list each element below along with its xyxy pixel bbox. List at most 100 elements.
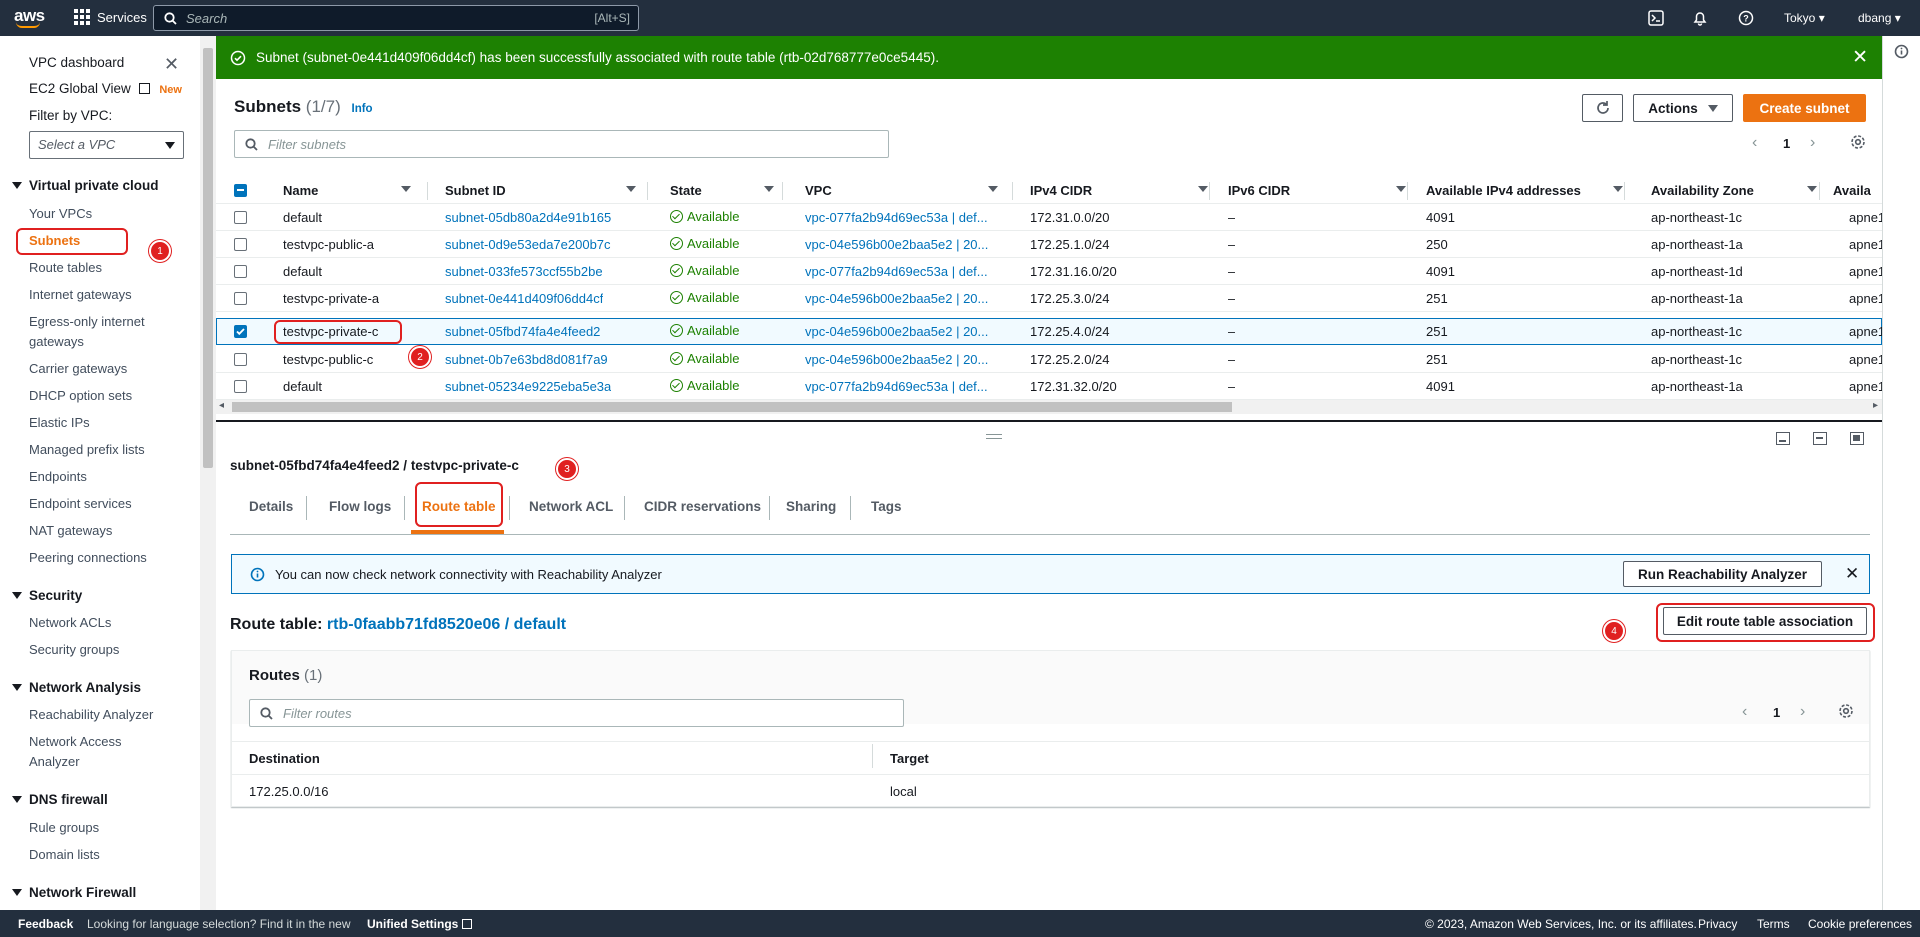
sidebar-item-managed-prefix-lists[interactable]: Managed prefix lists xyxy=(29,442,145,457)
col-header-name[interactable]: Name xyxy=(283,183,411,198)
terms-link[interactable]: Terms xyxy=(1757,917,1790,931)
col-header-availability-zone[interactable]: Availability Zone xyxy=(1651,183,1817,198)
row-checkbox-checked[interactable] xyxy=(234,325,247,338)
next-page-icon[interactable]: › xyxy=(1800,703,1805,721)
section-security[interactable]: Security xyxy=(12,588,82,603)
cookie-preferences-link[interactable]: Cookie preferences xyxy=(1808,917,1912,931)
sidebar-item-network-access[interactable]: Network Access xyxy=(29,734,121,749)
sidebar-scrollbar[interactable] xyxy=(200,36,216,910)
region-selector[interactable]: Tokyo ▾ xyxy=(1784,0,1825,36)
col-header-ipv4-cidr[interactable]: IPv4 CIDR xyxy=(1030,183,1208,198)
section-dns-firewall[interactable]: DNS firewall xyxy=(12,792,108,807)
settings-icon[interactable] xyxy=(1838,703,1854,722)
sidebar-item-carrier-gateways[interactable]: Carrier gateways xyxy=(29,361,127,376)
sidebar-item-domain-lists[interactable]: Domain lists xyxy=(29,847,100,862)
close-icon[interactable]: ✕ xyxy=(164,54,179,75)
cell-vpc[interactable]: vpc-04e596b00e2baa5e2 | 20... xyxy=(805,324,995,339)
feedback-link[interactable]: Feedback xyxy=(18,917,73,931)
col-header-vpc[interactable]: VPC xyxy=(805,183,998,198)
create-subnet-button[interactable]: Create subnet xyxy=(1743,94,1866,122)
sidebar-item-reachability-analyzer[interactable]: Reachability Analyzer xyxy=(29,707,153,722)
cell-subnet-id[interactable]: subnet-033fe573ccf55b2be xyxy=(445,264,603,279)
cell-vpc[interactable]: vpc-04e596b00e2baa5e2 | 20... xyxy=(805,237,995,252)
vpc-filter-select[interactable]: Select a VPC xyxy=(29,131,184,159)
info-icon[interactable] xyxy=(1894,44,1909,59)
row-checkbox[interactable] xyxy=(234,380,247,393)
cell-vpc[interactable]: vpc-077fa2b94d69ec53a | def... xyxy=(805,210,995,225)
sidebar-item-internet-gateways[interactable]: Internet gateways xyxy=(29,287,132,302)
sidebar-item-rule-groups[interactable]: Rule groups xyxy=(29,820,99,835)
sidebar-item-security-groups[interactable]: Security groups xyxy=(29,642,119,657)
section-network-firewall[interactable]: Network Firewall xyxy=(12,885,136,900)
cell-vpc[interactable]: vpc-04e596b00e2baa5e2 | 20... xyxy=(805,352,995,367)
sidebar-item-network-acls[interactable]: Network ACLs xyxy=(29,615,111,630)
settings-icon[interactable] xyxy=(1850,134,1866,153)
cell-vpc[interactable]: vpc-04e596b00e2baa5e2 | 20... xyxy=(805,291,995,306)
cell-subnet-id[interactable]: subnet-0d9e53eda7e200b7c xyxy=(445,237,611,252)
panel-side-icon[interactable] xyxy=(1813,432,1827,445)
sidebar-item-egress-only[interactable]: Egress-only internet xyxy=(29,314,145,329)
search-input[interactable]: Search [Alt+S] xyxy=(153,5,639,31)
cell-subnet-id[interactable]: subnet-0b7e63bd8d081f7a9 xyxy=(445,352,608,367)
table-row[interactable]: testvpc-public-c subnet-0b7e63bd8d081f7a… xyxy=(216,346,1885,373)
tab-flow-logs[interactable]: Flow logs xyxy=(329,499,391,514)
sidebar-item-nat-gateways[interactable]: NAT gateways xyxy=(29,523,112,538)
row-checkbox[interactable] xyxy=(234,265,247,278)
cell-subnet-id[interactable]: subnet-05fbd74fa4e4feed2 xyxy=(445,324,600,339)
sidebar-item-vpc-dashboard[interactable]: VPC dashboard xyxy=(29,55,124,70)
tab-tags[interactable]: Tags xyxy=(871,499,902,514)
prev-page-icon[interactable]: ‹ xyxy=(1752,134,1757,152)
sidebar-item-endpoints[interactable]: Endpoints xyxy=(29,469,87,484)
sidebar-item-dhcp-option-sets[interactable]: DHCP option sets xyxy=(29,388,132,403)
col-header-ipv6-cidr[interactable]: IPv6 CIDR xyxy=(1228,183,1406,198)
panel-full-icon[interactable] xyxy=(1850,432,1864,445)
page-number[interactable]: 1 xyxy=(1783,136,1790,151)
actions-button[interactable]: Actions xyxy=(1633,94,1733,122)
prev-page-icon[interactable]: ‹ xyxy=(1742,703,1747,721)
help-icon[interactable]: ? xyxy=(1738,0,1754,36)
table-row[interactable]: default subnet-033fe573ccf55b2be Availab… xyxy=(216,258,1885,285)
filter-routes-input[interactable]: Filter routes xyxy=(249,699,904,727)
sidebar-item-route-tables[interactable]: Route tables xyxy=(29,260,102,275)
split-panel-divider[interactable] xyxy=(216,420,1882,422)
tab-details[interactable]: Details xyxy=(249,499,293,514)
run-reachability-analyzer-button[interactable]: Run Reachability Analyzer xyxy=(1623,561,1822,587)
sidebar-item-ec2-global-view[interactable]: EC2 Global View New xyxy=(29,81,182,96)
row-checkbox[interactable] xyxy=(234,353,247,366)
filter-subnets-input[interactable]: Filter subnets xyxy=(234,130,889,158)
section-network-analysis[interactable]: Network Analysis xyxy=(12,680,141,695)
panel-bottom-icon[interactable] xyxy=(1776,432,1790,445)
cell-subnet-id[interactable]: subnet-05234e9225eba5e3a xyxy=(445,379,611,394)
tab-network-acl[interactable]: Network ACL xyxy=(529,499,613,514)
select-all-checkbox[interactable] xyxy=(234,184,247,197)
cell-vpc[interactable]: vpc-077fa2b94d69ec53a | def... xyxy=(805,379,995,394)
info-link[interactable]: Info xyxy=(352,103,373,115)
col-header-state[interactable]: State xyxy=(670,183,774,198)
account-menu[interactable]: dbang ▾ xyxy=(1858,0,1901,36)
cell-subnet-id[interactable]: subnet-0e441d409f06dd4cf xyxy=(445,291,603,306)
close-icon[interactable]: ✕ xyxy=(1845,564,1859,584)
page-number[interactable]: 1 xyxy=(1773,705,1780,720)
table-horizontal-scrollbar[interactable]: ◂ ▸ xyxy=(216,400,1882,414)
refresh-button[interactable] xyxy=(1582,94,1623,122)
sidebar-item-your-vpcs[interactable]: Your VPCs xyxy=(29,206,92,221)
bell-icon[interactable] xyxy=(1692,0,1708,36)
col-header-subnet-id[interactable]: Subnet ID xyxy=(445,183,636,198)
route-table-link[interactable]: rtb-0faabb71fd8520e06 / default xyxy=(327,616,566,633)
unified-settings-link[interactable]: Unified Settings xyxy=(367,917,472,931)
sidebar-item-endpoint-services[interactable]: Endpoint services xyxy=(29,496,132,511)
sidebar-item-elastic-ips[interactable]: Elastic IPs xyxy=(29,415,90,430)
sidebar-item-egress-only-cont[interactable]: gateways xyxy=(29,334,84,349)
table-row[interactable]: testvpc-private-a subnet-0e441d409f06dd4… xyxy=(216,285,1885,312)
col-header-az-id[interactable]: Availa xyxy=(1833,183,1871,198)
close-icon[interactable]: ✕ xyxy=(1852,46,1868,69)
section-virtual-private-cloud[interactable]: Virtual private cloud xyxy=(12,178,159,193)
next-page-icon[interactable]: › xyxy=(1810,134,1815,152)
row-checkbox[interactable] xyxy=(234,238,247,251)
table-row[interactable]: default subnet-05234e9225eba5e3a Availab… xyxy=(216,373,1885,400)
aws-logo[interactable]: aws xyxy=(14,6,45,28)
tab-sharing[interactable]: Sharing xyxy=(786,499,836,514)
table-row-selected[interactable]: testvpc-private-c subnet-05fbd74fa4e4fee… xyxy=(216,318,1885,345)
table-row[interactable]: testvpc-public-a subnet-0d9e53eda7e200b7… xyxy=(216,231,1885,258)
services-button[interactable]: Services xyxy=(74,9,147,25)
